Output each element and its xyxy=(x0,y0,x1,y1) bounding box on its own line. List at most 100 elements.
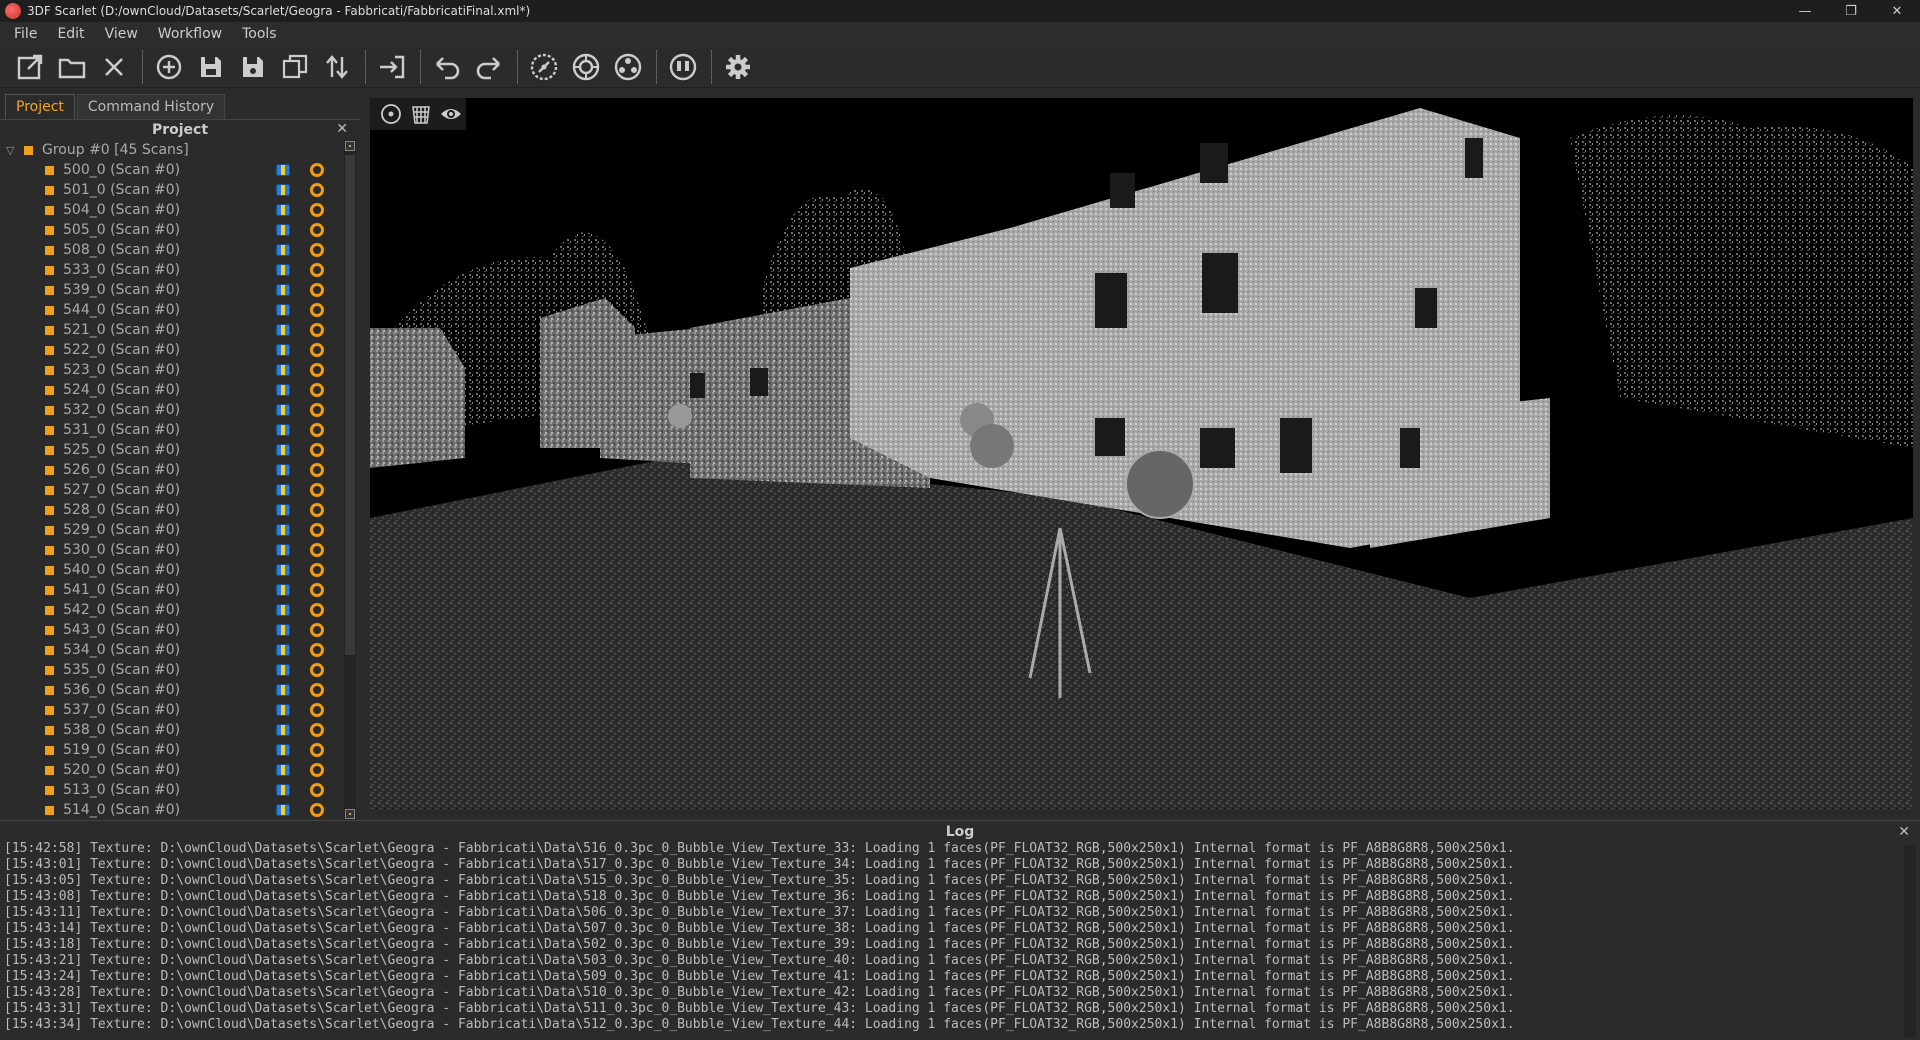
rgb-color-icon[interactable] xyxy=(276,604,290,616)
scan-row[interactable]: 525_0 (Scan #0) xyxy=(0,440,342,460)
scan-position-icon[interactable] xyxy=(310,403,324,417)
scan-position-icon[interactable] xyxy=(310,663,324,677)
clip-box-button[interactable] xyxy=(406,100,436,128)
rgb-color-icon[interactable] xyxy=(276,364,290,376)
scan-position-icon[interactable] xyxy=(310,543,324,557)
rgb-color-icon[interactable] xyxy=(276,244,290,256)
3d-viewport[interactable] xyxy=(370,98,1913,810)
scan-position-icon[interactable] xyxy=(310,243,324,257)
rgb-color-icon[interactable] xyxy=(276,744,290,756)
tab-command-history[interactable]: Command History xyxy=(76,94,226,119)
scan-row[interactable]: 520_0 (Scan #0) xyxy=(0,760,342,780)
tree-scrollbar[interactable] xyxy=(344,140,356,820)
scan-row[interactable]: 508_0 (Scan #0) xyxy=(0,240,342,260)
menu-tools[interactable]: Tools xyxy=(232,26,287,42)
rgb-color-icon[interactable] xyxy=(276,404,290,416)
scan-position-icon[interactable] xyxy=(310,523,324,537)
scroll-down-button[interactable] xyxy=(345,809,355,819)
scan-position-icon[interactable] xyxy=(310,283,324,297)
scan-position-icon[interactable] xyxy=(310,303,324,317)
rgb-color-icon[interactable] xyxy=(276,484,290,496)
scan-position-icon[interactable] xyxy=(310,383,324,397)
log-scrollbar[interactable] xyxy=(1904,845,1916,1037)
scan-position-icon[interactable] xyxy=(310,723,324,737)
scan-position-icon[interactable] xyxy=(310,623,324,637)
save-as-button[interactable] xyxy=(233,47,273,87)
scan-row[interactable]: 532_0 (Scan #0) xyxy=(0,400,342,420)
rgb-color-icon[interactable] xyxy=(276,504,290,516)
scan-row[interactable]: 519_0 (Scan #0) xyxy=(0,740,342,760)
rgb-color-icon[interactable] xyxy=(276,444,290,456)
rgb-color-icon[interactable] xyxy=(276,724,290,736)
scan-row[interactable]: 538_0 (Scan #0) xyxy=(0,720,342,740)
menu-file[interactable]: File xyxy=(4,26,47,42)
rgb-color-icon[interactable] xyxy=(276,464,290,476)
rgb-color-icon[interactable] xyxy=(276,764,290,776)
save-button[interactable] xyxy=(191,47,231,87)
scan-row[interactable]: 536_0 (Scan #0) xyxy=(0,680,342,700)
rgb-color-icon[interactable] xyxy=(276,344,290,356)
scan-row[interactable]: 500_0 (Scan #0) xyxy=(0,160,342,180)
add-button[interactable] xyxy=(149,47,189,87)
scan-row[interactable]: 533_0 (Scan #0) xyxy=(0,260,342,280)
scan-position-icon[interactable] xyxy=(310,463,324,477)
scan-row[interactable]: 505_0 (Scan #0) xyxy=(0,220,342,240)
scan-row[interactable]: 501_0 (Scan #0) xyxy=(0,180,342,200)
rgb-color-icon[interactable] xyxy=(276,164,290,176)
scan-row[interactable]: 528_0 (Scan #0) xyxy=(0,500,342,520)
close-window-button[interactable]: ✕ xyxy=(1874,0,1920,22)
workflow-button[interactable] xyxy=(663,47,703,87)
menu-workflow[interactable]: Workflow xyxy=(148,26,232,42)
scan-row[interactable]: 530_0 (Scan #0) xyxy=(0,540,342,560)
scan-position-icon[interactable] xyxy=(310,763,324,777)
open-external-button[interactable] xyxy=(10,47,50,87)
open-folder-button[interactable] xyxy=(52,47,92,87)
collapse-arrow-icon[interactable]: ▽ xyxy=(6,144,20,157)
rgb-color-icon[interactable] xyxy=(276,784,290,796)
scan-position-icon[interactable] xyxy=(310,643,324,657)
scan-position-icon[interactable] xyxy=(310,323,324,337)
scroll-up-button[interactable] xyxy=(345,141,355,151)
rgb-color-icon[interactable] xyxy=(276,264,290,276)
scan-row[interactable]: 542_0 (Scan #0) xyxy=(0,600,342,620)
rgb-color-icon[interactable] xyxy=(276,804,290,816)
target-detect-button[interactable] xyxy=(566,47,606,87)
menu-edit[interactable]: Edit xyxy=(47,26,94,42)
scan-row[interactable]: 539_0 (Scan #0) xyxy=(0,280,342,300)
scan-position-icon[interactable] xyxy=(310,263,324,277)
rgb-color-icon[interactable] xyxy=(276,224,290,236)
rgb-color-icon[interactable] xyxy=(276,524,290,536)
scan-position-icon[interactable] xyxy=(310,583,324,597)
orbit-button[interactable] xyxy=(376,100,406,128)
scan-position-icon[interactable] xyxy=(310,603,324,617)
rgb-color-icon[interactable] xyxy=(276,544,290,556)
scan-position-icon[interactable] xyxy=(310,343,324,357)
rgb-color-icon[interactable] xyxy=(276,324,290,336)
scan-row[interactable]: 521_0 (Scan #0) xyxy=(0,320,342,340)
scan-position-icon[interactable] xyxy=(310,363,324,377)
rgb-color-icon[interactable] xyxy=(276,564,290,576)
duplicate-button[interactable] xyxy=(275,47,315,87)
scan-position-icon[interactable] xyxy=(310,743,324,757)
group-row[interactable]: ▽ Group #0 [45 Scans] xyxy=(0,140,342,160)
maximize-button[interactable]: ❐ xyxy=(1828,0,1874,22)
rgb-color-icon[interactable] xyxy=(276,184,290,196)
scan-row[interactable]: 524_0 (Scan #0) xyxy=(0,380,342,400)
panel-close-button[interactable]: ✕ xyxy=(336,121,348,137)
scan-row[interactable]: 504_0 (Scan #0) xyxy=(0,200,342,220)
scan-position-icon[interactable] xyxy=(310,683,324,697)
menu-view[interactable]: View xyxy=(95,26,148,42)
scan-row[interactable]: 534_0 (Scan #0) xyxy=(0,640,342,660)
scan-position-icon[interactable] xyxy=(310,703,324,717)
scroll-thumb[interactable] xyxy=(345,155,355,655)
rgb-color-icon[interactable] xyxy=(276,284,290,296)
settings-button[interactable] xyxy=(718,47,758,87)
scan-row[interactable]: 529_0 (Scan #0) xyxy=(0,520,342,540)
import-export-button[interactable] xyxy=(317,47,357,87)
scan-position-icon[interactable] xyxy=(310,443,324,457)
point-cloud-scene[interactable] xyxy=(370,98,1913,810)
scan-row[interactable]: 541_0 (Scan #0) xyxy=(0,580,342,600)
scan-position-icon[interactable] xyxy=(310,203,324,217)
scan-row[interactable]: 514_0 (Scan #0) xyxy=(0,800,342,820)
rgb-color-icon[interactable] xyxy=(276,644,290,656)
